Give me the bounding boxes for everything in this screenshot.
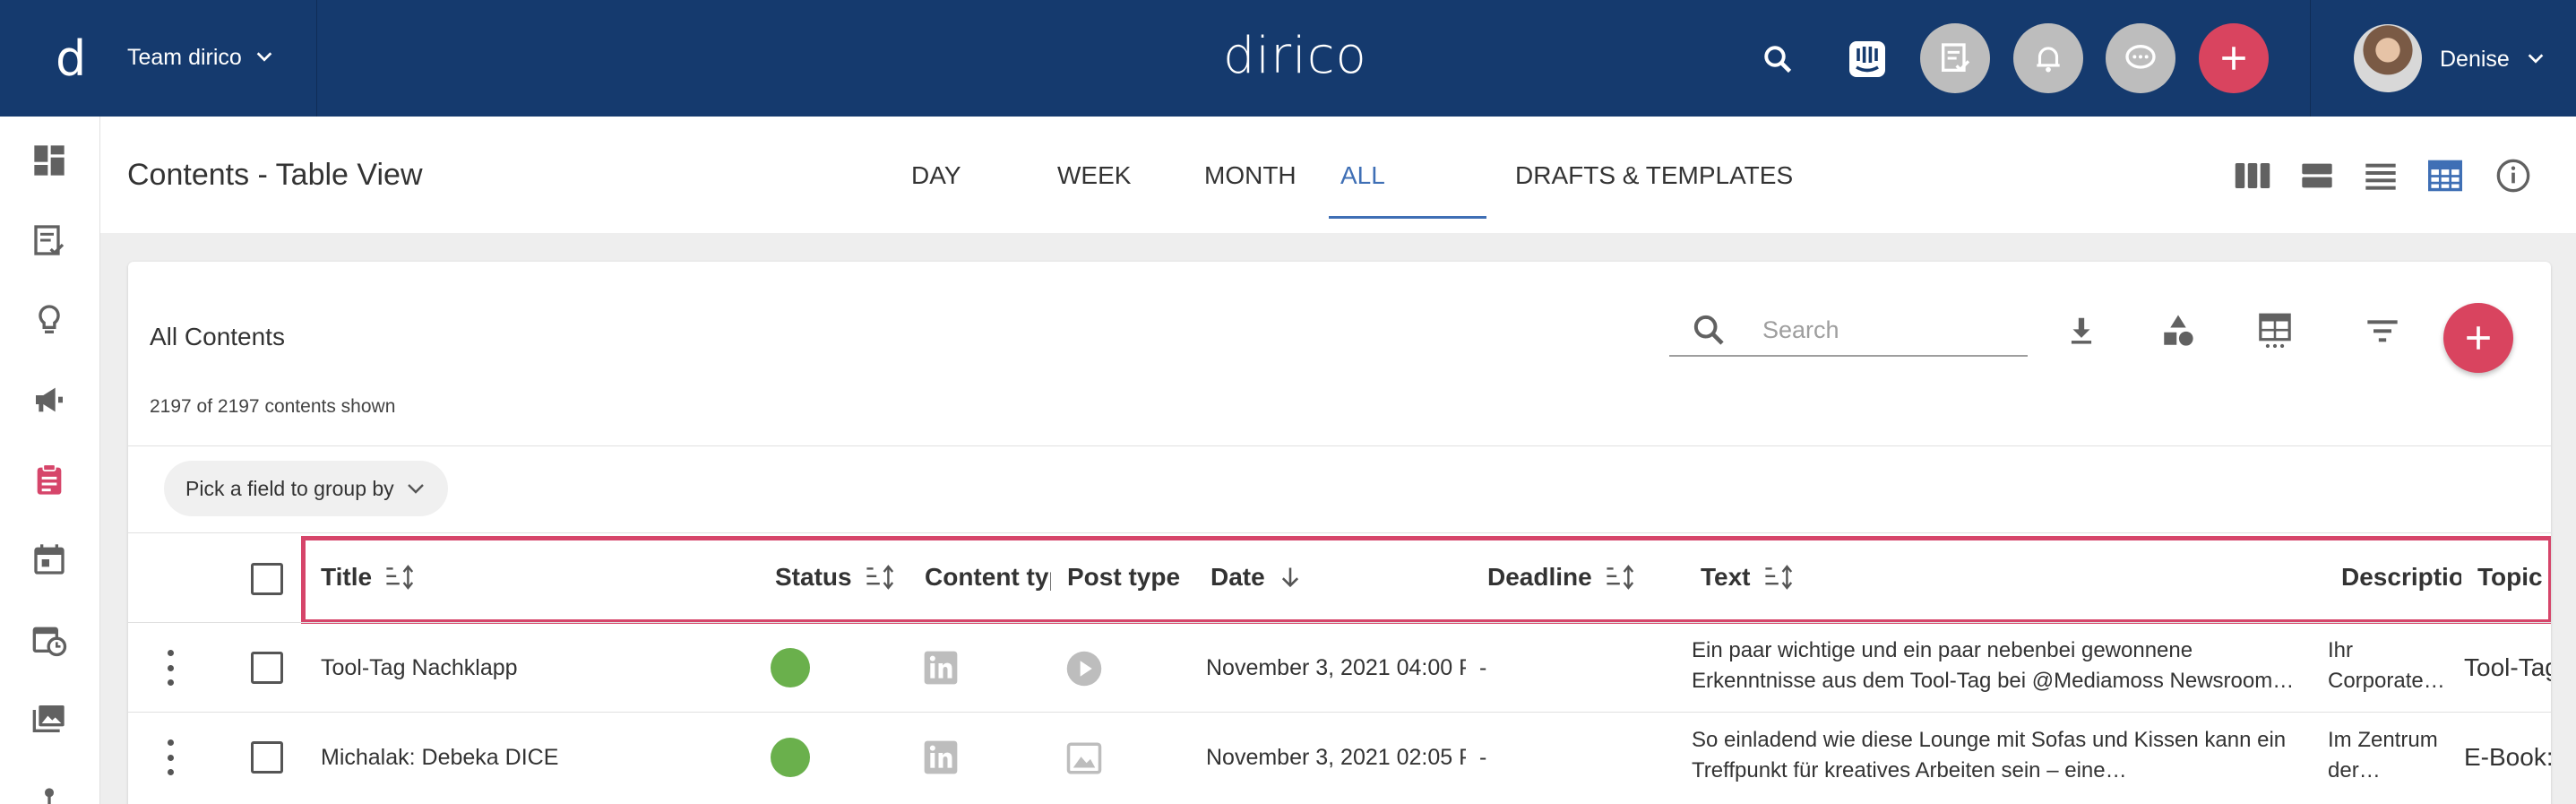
video-icon: [1066, 651, 1102, 687]
table-settings-icon[interactable]: [2253, 308, 2297, 353]
status-indicator[interactable]: [771, 738, 810, 777]
cell-date: November 3, 2021 02:05 PM: [1206, 745, 1466, 770]
sort-icon[interactable]: [384, 564, 417, 591]
divider: [128, 532, 2551, 533]
sort-icon[interactable]: [1763, 564, 1796, 591]
select-all-checkbox[interactable]: [251, 563, 283, 595]
cell-description: Im Zentrum der…: [2328, 728, 2438, 782]
cell-topic: E-Book:: [2464, 743, 2551, 771]
cell-text: Ein paar wichtige und ein paar nebenbei …: [1692, 638, 2295, 693]
bell-icon[interactable]: [2013, 23, 2083, 93]
cell-text: So einladend wie diese Lounge mit Sofas …: [1692, 728, 2287, 782]
chat-icon[interactable]: [2106, 23, 2175, 93]
column-header-description[interactable]: Descriptio: [2341, 563, 2461, 592]
cell-title[interactable]: Michalak: Debeka DICE: [321, 745, 751, 771]
column-header-status[interactable]: Status: [775, 563, 900, 592]
user-name[interactable]: Denise: [2440, 47, 2510, 73]
checklist-icon[interactable]: [29, 220, 70, 261]
add-content-button[interactable]: [2443, 303, 2513, 373]
tab-drafts-templates[interactable]: DRAFTS & TEMPLATES: [1515, 161, 1793, 190]
arrow-down-icon[interactable]: [1278, 564, 1303, 591]
info-icon[interactable]: [2493, 158, 2534, 194]
tab-all[interactable]: ALL: [1340, 161, 1385, 190]
search-icon[interactable]: [1758, 39, 1797, 79]
chevron-down-icon: [407, 484, 424, 494]
tab-day[interactable]: DAY: [911, 161, 961, 190]
column-header-text[interactable]: Text: [1701, 563, 1880, 592]
tab-week[interactable]: WEEK: [1057, 161, 1131, 190]
active-tab-indicator: [1329, 216, 1486, 219]
filter-icon[interactable]: [2360, 308, 2405, 353]
table-row[interactable]: Michalak: Debeka DICE November 3, 2021 0…: [128, 712, 2551, 801]
sort-icon[interactable]: [865, 564, 897, 591]
top-bar: d Team dirico dirico Denise: [0, 0, 2576, 117]
column-header-title[interactable]: Title: [321, 563, 554, 592]
card-title: All Contents: [150, 323, 285, 350]
intercom-icon[interactable]: [1846, 38, 1889, 81]
sidebar: [0, 117, 100, 804]
cell-date: November 3, 2021 04:00 PM: [1206, 655, 1466, 680]
table-row[interactable]: Tool-Tag Nachklapp November 3, 2021 04:0…: [128, 622, 2551, 712]
megaphone-icon[interactable]: [29, 379, 70, 420]
gallery-icon[interactable]: [29, 698, 70, 739]
linkedin-icon: [924, 740, 958, 774]
team-name[interactable]: Team dirico: [127, 45, 242, 71]
page-title: Contents - Table View: [127, 158, 423, 192]
list-view-icon[interactable]: [2360, 158, 2401, 194]
chevron-down-icon[interactable]: [254, 47, 274, 66]
pin-icon[interactable]: [29, 778, 70, 804]
lightbulb-icon[interactable]: [29, 299, 70, 341]
search-field[interactable]: [1669, 305, 2028, 357]
image-icon: [1066, 742, 1102, 774]
column-header-topic[interactable]: Topic: [2477, 563, 2546, 592]
column-header-deadline[interactable]: Deadline: [1487, 563, 1667, 592]
column-header-post-type[interactable]: Post type: [1067, 563, 1202, 592]
row-menu-icon[interactable]: [166, 739, 175, 775]
calendar-clock-icon[interactable]: [29, 618, 70, 660]
table-header-highlight: [301, 536, 2551, 624]
column-header-date[interactable]: Date: [1210, 563, 1354, 592]
rows-view-icon[interactable]: [2296, 158, 2338, 194]
calendar-icon[interactable]: [29, 539, 70, 580]
chevron-down-icon[interactable]: [2526, 48, 2546, 68]
tab-month[interactable]: MONTH: [1204, 161, 1297, 190]
download-icon[interactable]: [2059, 308, 2104, 353]
cell-topic: Tool-Tag: [2464, 653, 2551, 681]
row-checkbox[interactable]: [251, 652, 283, 684]
search-input[interactable]: [1762, 312, 2013, 348]
group-by-label: Pick a field to group by: [185, 476, 394, 500]
add-icon: [2467, 326, 2490, 350]
cell-description: Ihr Corporate…: [2328, 638, 2444, 693]
group-by-select[interactable]: Pick a field to group by: [164, 461, 448, 516]
user-menu[interactable]: Denise: [2310, 0, 2576, 117]
divider: [128, 445, 2551, 446]
cell-deadline: -: [1479, 655, 1487, 680]
dashboard-icon[interactable]: [29, 140, 70, 181]
columns-view-icon[interactable]: [2232, 158, 2273, 194]
row-menu-icon[interactable]: [166, 650, 175, 686]
brand-wordmark: dirico: [1223, 27, 1367, 85]
app-logo: d: [56, 30, 87, 87]
tasks-icon[interactable]: [1920, 23, 1990, 93]
contents-count: 2197 of 2197 contents shown: [150, 396, 396, 417]
team-switcher[interactable]: d Team dirico: [0, 0, 317, 117]
page-header: Contents - Table View DAY WEEK MONTH ALL…: [100, 117, 2576, 233]
sort-icon[interactable]: [1605, 564, 1637, 591]
cell-title[interactable]: Tool-Tag Nachklapp: [321, 655, 751, 681]
cell-deadline: -: [1479, 745, 1487, 770]
column-header-content-type[interactable]: Content typ: [925, 563, 1051, 592]
status-indicator[interactable]: [771, 648, 810, 687]
contents-card: All Contents 2197 of 2197 contents shown…: [128, 262, 2551, 804]
clipboard-icon[interactable]: [29, 459, 70, 500]
shapes-icon[interactable]: [2156, 308, 2201, 353]
row-checkbox[interactable]: [251, 741, 283, 774]
add-icon[interactable]: [2199, 23, 2269, 93]
linkedin-icon: [924, 651, 958, 685]
search-icon: [1693, 315, 1724, 345]
avatar[interactable]: [2354, 24, 2422, 92]
table-view-icon[interactable]: [2425, 158, 2466, 194]
